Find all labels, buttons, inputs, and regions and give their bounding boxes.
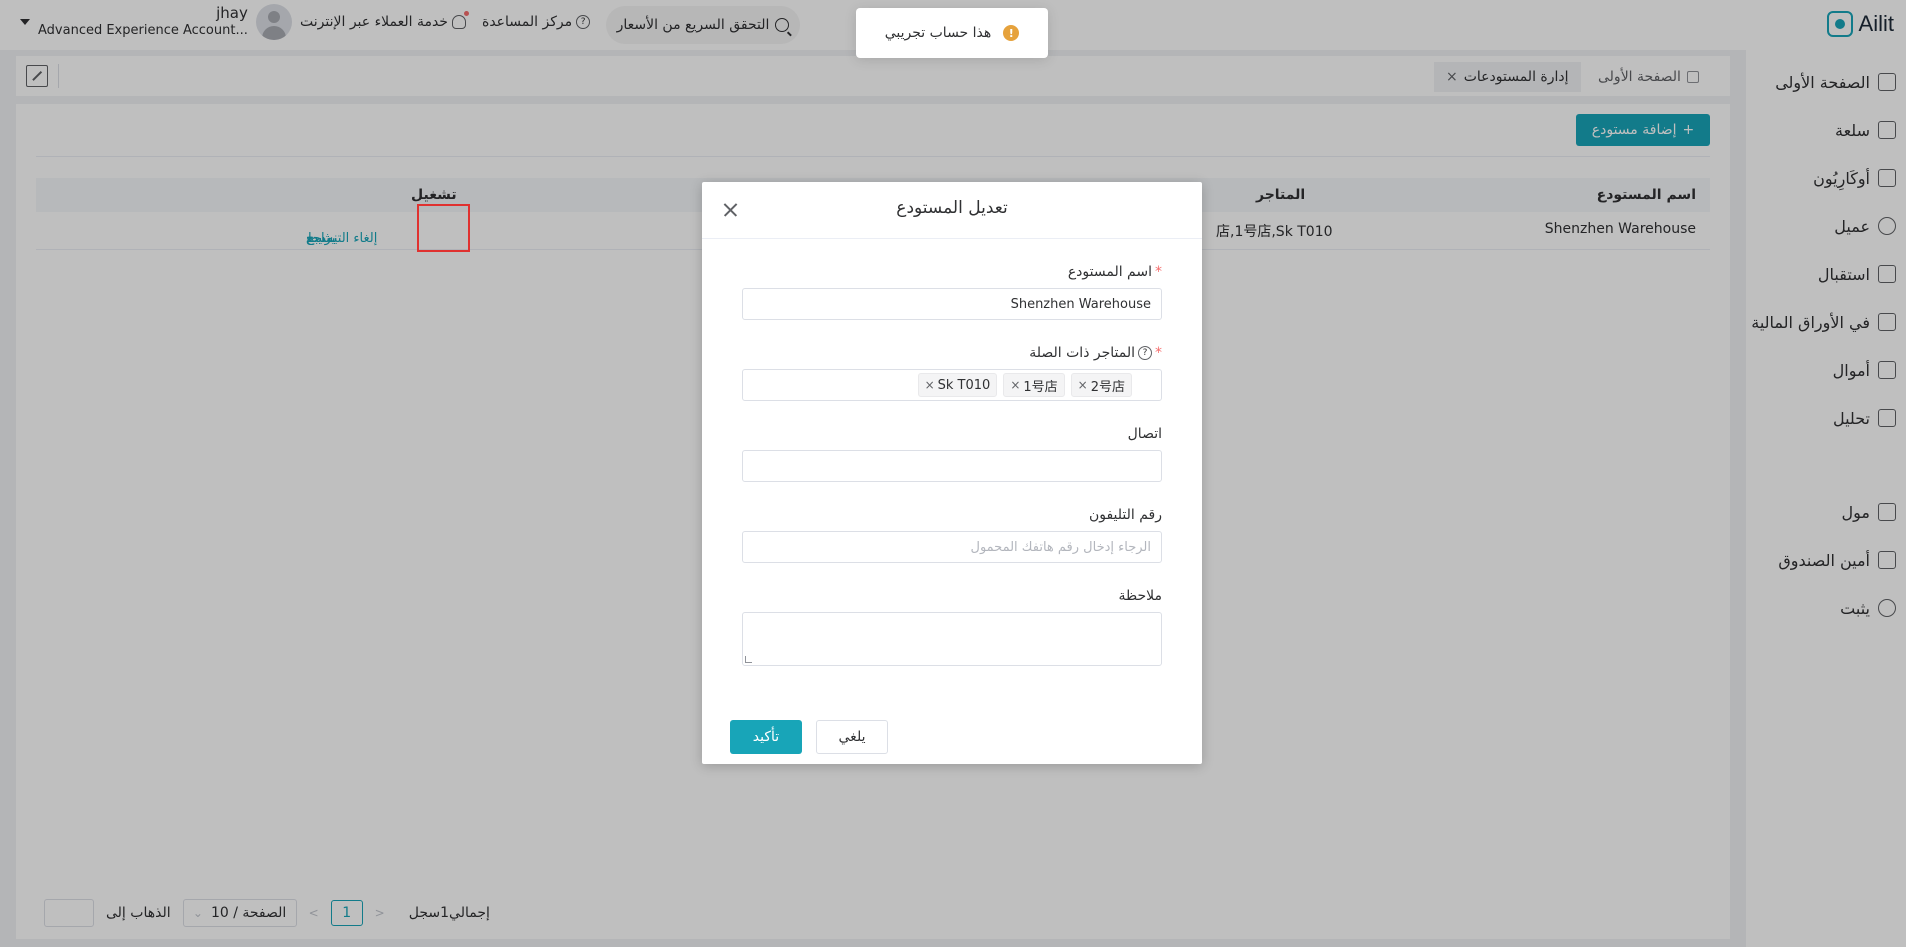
close-icon[interactable] xyxy=(722,202,738,218)
cancel-button[interactable]: يلغي xyxy=(816,720,888,754)
divider xyxy=(702,238,1202,239)
warehouse-name-label: اسم المستودع * xyxy=(1068,264,1162,280)
dialog-title: تعديل المستودع xyxy=(896,198,1008,218)
tag-close-icon[interactable]: × xyxy=(1078,378,1088,392)
label-text: اسم المستودع xyxy=(1067,264,1152,280)
store-tag: × 2号店 xyxy=(1070,373,1132,397)
warning-icon: ! xyxy=(1003,25,1020,41)
label-text: ملاحظة xyxy=(1118,588,1163,604)
phone-input[interactable]: الرجاء إدخال رقم هاتفك المحمول xyxy=(742,531,1162,563)
toast-message: هذا حساب تجريبي xyxy=(884,25,992,41)
tag-label: Sk T010 xyxy=(937,377,991,393)
demo-account-toast: هذا حساب تجريبي ! xyxy=(856,8,1048,58)
label-text: المتاجر ذات الصلة xyxy=(1029,345,1135,361)
tag-label: 1号店 xyxy=(1023,379,1058,395)
label-text: اتصال xyxy=(1127,426,1162,442)
contact-label: اتصال xyxy=(1128,426,1162,442)
related-stores-label: المتاجر ذات الصلة ? * xyxy=(1029,345,1162,361)
store-tag: × Sk T010 xyxy=(917,373,998,397)
required-mark: * xyxy=(1155,264,1162,280)
confirm-button[interactable]: تأكيد xyxy=(730,720,802,754)
warehouse-name-input[interactable]: Shenzhen Warehouse xyxy=(742,288,1162,320)
edit-warehouse-dialog: تعديل المستودع اسم المستودع * Shenzhen W… xyxy=(702,182,1202,764)
contact-input[interactable] xyxy=(742,450,1162,482)
related-stores-select[interactable]: × Sk T010 × 1号店 × 2号店 xyxy=(742,369,1162,401)
highlight-box xyxy=(417,204,470,252)
question-icon[interactable]: ? xyxy=(1138,346,1152,360)
tag-close-icon[interactable]: × xyxy=(925,378,935,392)
required-mark: * xyxy=(1155,345,1162,361)
tag-label: 2号店 xyxy=(1090,379,1125,395)
note-textarea[interactable] xyxy=(742,612,1162,666)
phone-label: رقم التليفون xyxy=(1089,507,1162,523)
note-label: ملاحظة xyxy=(1119,588,1163,604)
tag-close-icon[interactable]: × xyxy=(1010,378,1020,392)
label-text: رقم التليفون xyxy=(1088,507,1162,523)
store-tag: × 1号店 xyxy=(1003,373,1065,397)
